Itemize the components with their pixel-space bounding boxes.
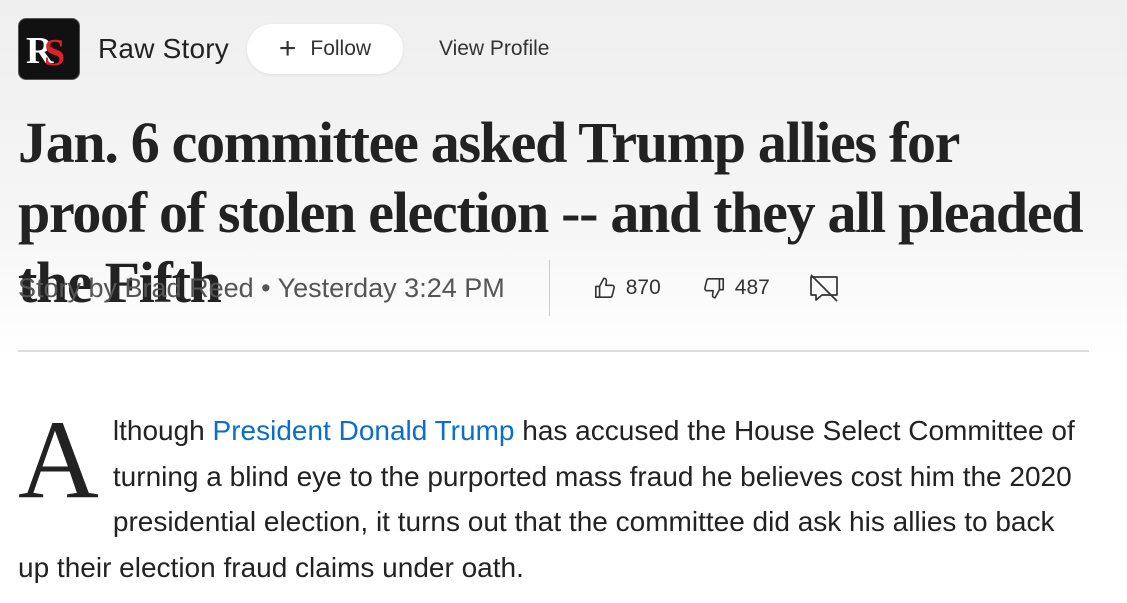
byline-divider xyxy=(548,260,550,316)
dislike-count: 487 xyxy=(734,276,770,299)
dislike-button[interactable]: 487 xyxy=(701,275,770,301)
follow-label: Follow xyxy=(310,37,372,60)
follow-button[interactable]: + Follow xyxy=(246,24,403,74)
article-body: Although President Donald Trump has accu… xyxy=(18,398,1093,591)
thumbs-down-icon xyxy=(703,277,724,299)
comments-off-icon xyxy=(809,274,838,302)
view-profile-link[interactable]: View Profile xyxy=(439,37,550,61)
like-button[interactable]: 870 xyxy=(592,275,661,301)
publisher-name[interactable]: Raw Story xyxy=(98,33,229,65)
header-divider xyxy=(18,350,1089,352)
drop-cap: A xyxy=(18,398,99,522)
thumbs-up-icon xyxy=(594,277,615,299)
body-intro: lthough xyxy=(112,415,213,446)
svg-text:S: S xyxy=(44,32,65,71)
raw-story-logo-icon: R S xyxy=(26,30,65,71)
publisher-logo[interactable]: R S xyxy=(18,18,80,80)
president-trump-link[interactable]: President Donald Trump xyxy=(213,415,515,446)
byline: Story by Brad Reed • Yesterday 3:24 PM xyxy=(18,272,505,303)
publisher-bar: R S Raw Story + Follow View Profile xyxy=(18,18,549,80)
like-count: 870 xyxy=(625,276,661,299)
plus-icon: + xyxy=(278,32,297,65)
comments-button[interactable] xyxy=(808,273,840,303)
byline-row: Story by Brad Reed • Yesterday 3:24 PM 8… xyxy=(18,260,840,316)
